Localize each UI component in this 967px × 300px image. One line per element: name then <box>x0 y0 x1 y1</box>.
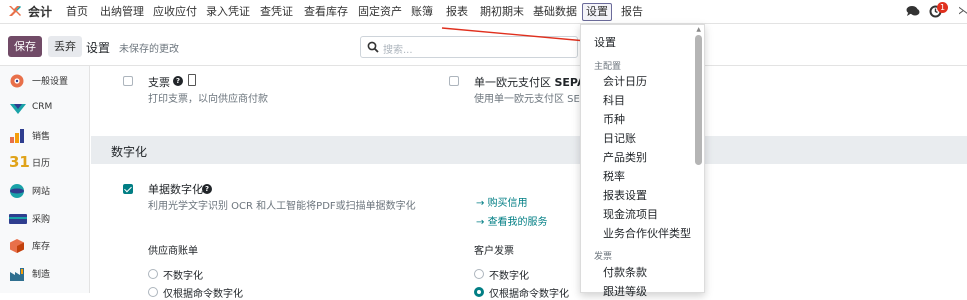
menu-cashier[interactable]: 出纳管理 <box>100 4 144 20</box>
dropdown-item-partner-types[interactable]: 业务合作伙伴类型 <box>603 225 691 241</box>
menu-home[interactable]: 首页 <box>66 4 88 20</box>
dropdown-item-taxes[interactable]: 税率 <box>603 168 625 184</box>
menu-settings[interactable]: 设置 <box>582 3 612 21</box>
vendor-no-digitize-label: 不数字化 <box>163 271 203 282</box>
sepa-checkbox[interactable] <box>449 76 459 86</box>
sales-chart-icon <box>9 128 27 144</box>
menu-view-inventory[interactable]: 查看库存 <box>304 4 348 20</box>
more-icon[interactable]: ⋋ <box>958 4 967 17</box>
checks-checkbox[interactable] <box>123 76 133 86</box>
dropdown-item-settings[interactable]: 设置 <box>594 34 616 50</box>
sidebar-label: 库存 <box>32 242 51 252</box>
customer-on-demand-radio[interactable] <box>474 287 484 297</box>
calendar-icon: 31 <box>9 153 30 171</box>
checks-description: 打印支票，以向供应商付款 <box>148 94 268 105</box>
dropdown-item-accounts[interactable]: 科目 <box>603 92 625 108</box>
dropdown-item-payment-terms[interactable]: 付款条款 <box>603 264 647 280</box>
unsaved-status: 未保存的更改 <box>119 44 179 55</box>
menu-period-open-close[interactable]: 期初期末 <box>480 4 524 20</box>
dropdown-scrollbar[interactable] <box>695 35 702 165</box>
top-navbar: 会计 首页 出纳管理 应收应付 录入凭证 查凭证 查看库存 固定资产 账簿 报表… <box>0 0 967 24</box>
discard-button[interactable]: 丢弃 <box>48 36 82 57</box>
dropdown-item-product-categories[interactable]: 产品类别 <box>603 149 647 165</box>
menu-report[interactable]: 报告 <box>621 4 643 20</box>
app-logo-icon[interactable] <box>8 4 22 18</box>
dropdown-group-main: 主配置 <box>594 62 622 72</box>
sidebar-label: 销售 <box>32 132 51 142</box>
save-button[interactable]: 保存 <box>8 36 42 57</box>
sidebar-item-purchase[interactable]: 采购 <box>0 206 90 232</box>
document-icon <box>188 74 196 86</box>
notification-badge: 1 <box>937 2 948 13</box>
dropdown-item-fiscal-calendar[interactable]: 会计日历 <box>603 73 647 89</box>
menu-basic-data[interactable]: 基础数据 <box>533 4 577 20</box>
scroll-up-icon[interactable]: ▲ <box>696 26 701 33</box>
sidebar-label: 日历 <box>32 159 51 169</box>
arrow-right-icon: → <box>476 217 488 228</box>
my-services-label: 查看我的服务 <box>487 217 548 228</box>
sidebar-item-sales[interactable]: 销售 <box>0 123 90 149</box>
menu-enter-voucher[interactable]: 录入凭证 <box>206 4 250 20</box>
checks-title: 支票 <box>148 76 170 89</box>
sidebar-item-general[interactable]: 一般设置 <box>0 68 90 94</box>
settings-gear-icon <box>9 73 27 89</box>
settings-content: 支票 ? 打印支票，以向供应商付款 单一欧元支付区 SEPA 贷 使用单一欧元支… <box>91 66 967 300</box>
sidebar-label: 一般设置 <box>32 77 69 87</box>
menu-fixed-assets[interactable]: 固定资产 <box>358 4 402 20</box>
sidebar-item-crm[interactable]: CRM <box>0 96 90 122</box>
digitize-description: 利用光学文字识别 OCR 和人工智能将PDF或扫描单据数字化 <box>148 201 416 212</box>
vendor-bills-label: 供应商账单 <box>148 246 198 257</box>
vendor-no-digitize-radio[interactable] <box>148 269 158 279</box>
menu-reports[interactable]: 报表 <box>446 4 468 20</box>
sidebar-item-calendar[interactable]: 31 日历 <box>0 150 90 176</box>
app-name[interactable]: 会计 <box>28 4 52 20</box>
vendor-on-demand-radio[interactable] <box>148 287 158 297</box>
dropdown-group-invoice: 发票 <box>594 252 613 262</box>
dropdown-item-followup-levels[interactable]: 跟进等级 <box>603 283 647 299</box>
arrow-right-icon: → <box>476 198 488 209</box>
search-input[interactable]: 搜索... <box>383 41 413 56</box>
website-globe-icon <box>9 183 27 199</box>
dropdown-item-cash-flow[interactable]: 现金流项目 <box>603 206 658 222</box>
help-icon[interactable]: ? <box>173 76 183 86</box>
chat-icon[interactable] <box>906 5 920 17</box>
section-header: 数字化 <box>91 136 967 164</box>
help-icon[interactable]: ? <box>202 184 212 194</box>
digitize-title: 单据数字化 <box>148 183 203 196</box>
crm-icon <box>9 101 27 117</box>
buy-credits-label: 购买信用 <box>487 198 528 209</box>
search-icon <box>367 41 379 53</box>
manufacturing-factory-icon <box>9 266 27 282</box>
inventory-box-icon <box>9 238 27 254</box>
section-title: 数字化 <box>111 145 148 159</box>
dropdown-item-report-settings[interactable]: 报表设置 <box>603 187 647 203</box>
sidebar-item-inventory[interactable]: 库存 <box>0 233 90 259</box>
sidebar-item-website[interactable]: 网站 <box>0 178 90 204</box>
customer-no-digitize-label: 不数字化 <box>489 271 529 282</box>
page-title: 设置 <box>86 41 111 55</box>
sidebar-label: 制造 <box>32 270 51 280</box>
sidebar-item-manufacturing[interactable]: 制造 <box>0 261 90 287</box>
digitize-checkbox[interactable] <box>123 184 133 194</box>
settings-sidebar: 一般设置 CRM 销售 31 日历 网站 采购 库存 制造 <box>0 66 90 293</box>
sidebar-label: 网站 <box>32 187 51 197</box>
menu-ledgers[interactable]: 账簿 <box>411 4 433 20</box>
my-services-link[interactable]: → 查看我的服务 <box>476 213 548 228</box>
dropdown-item-journals[interactable]: 日记账 <box>603 130 636 146</box>
sepa-description: 使用单一欧元支付区 SEP <box>474 94 586 105</box>
sidebar-label: 采购 <box>32 215 51 225</box>
purchase-card-icon <box>9 211 27 227</box>
sepa-title-a: 单一欧元支付区 <box>474 76 551 89</box>
dropdown-item-currencies[interactable]: 币种 <box>603 111 625 127</box>
buy-credits-link[interactable]: → 购买信用 <box>476 194 528 209</box>
sidebar-label: CRM <box>32 102 53 112</box>
menu-receivable-payable[interactable]: 应收应付 <box>153 4 197 20</box>
customer-no-digitize-radio[interactable] <box>474 269 484 279</box>
customer-invoices-label: 客户发票 <box>474 246 514 257</box>
menu-view-voucher[interactable]: 查凭证 <box>260 4 293 20</box>
settings-dropdown-menu: 设置 主配置 会计日历 科目 币种 日记账 产品类别 税率 报表设置 现金流项目… <box>580 24 705 298</box>
annotation-arrow <box>441 27 592 46</box>
